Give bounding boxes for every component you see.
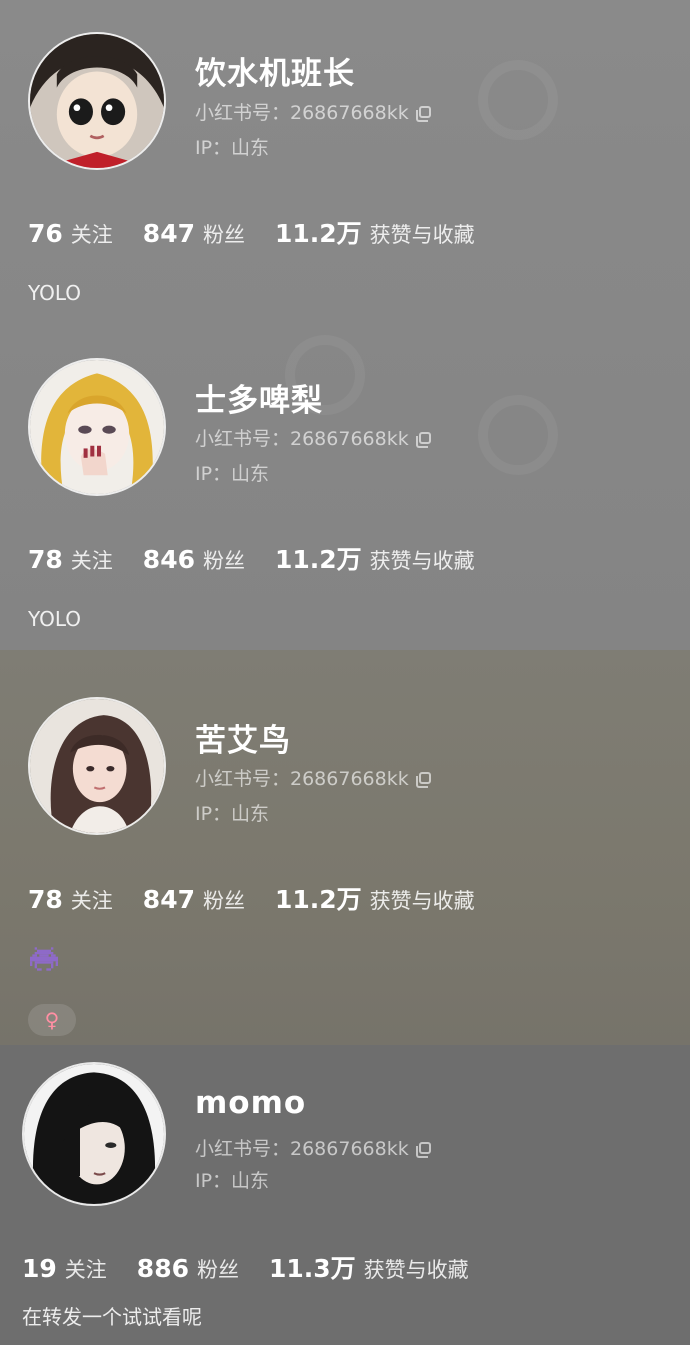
stats-row: 19 关注 886 粉丝 11.3万 获赞与收藏 — [22, 1249, 499, 1285]
stats-row: 76 关注 847 粉丝 11.2万 获赞与收藏 — [28, 214, 505, 250]
avatar-black-hair-illustration-image — [24, 1064, 164, 1204]
gender-badge: ♀ — [28, 1004, 76, 1036]
background-swirl — [478, 395, 558, 475]
likes-stat[interactable]: 11.2万 获赞与收藏 — [275, 540, 475, 576]
likes-count: 11.2万 — [274, 885, 362, 914]
followers-count: 847 — [142, 885, 195, 914]
likes-count: 11.2万 — [274, 219, 362, 248]
likes-stat[interactable]: 11.2万 获赞与收藏 — [275, 880, 475, 916]
following-count: 76 — [28, 219, 63, 248]
profile-bio: 在转发一个试试看呢 — [22, 1305, 202, 1329]
avatar-blonde-doll-image — [30, 360, 164, 494]
followers-count: 847 — [142, 219, 195, 248]
redbook-id: 小红书号：26867668kk — [195, 764, 431, 791]
redbook-id-text: 小红书号：26867668kk — [195, 768, 409, 790]
redbook-id: 小红书号：26867668kk — [195, 424, 431, 451]
following-label: 关注 — [64, 1258, 107, 1282]
profile-card-1: 饮水机班长 小红书号：26867668kk IP：山东 76 关注 847 粉丝… — [0, 0, 690, 325]
likes-label: 获赞与收藏 — [369, 223, 475, 247]
likes-label: 获赞与收藏 — [363, 1258, 469, 1282]
avatar[interactable] — [28, 32, 166, 170]
followers-stat[interactable]: 846 粉丝 — [143, 545, 245, 575]
followers-count: 846 — [142, 545, 195, 574]
copy-icon[interactable] — [415, 1141, 431, 1158]
following-label: 关注 — [70, 549, 113, 573]
likes-label: 获赞与收藏 — [369, 549, 475, 573]
avatar[interactable] — [28, 358, 166, 496]
ip-location: IP：山东 — [195, 463, 270, 485]
background-swirl — [478, 60, 558, 140]
ip-location: IP：山东 — [195, 1170, 270, 1192]
redbook-id-text: 小红书号：26867668kk — [195, 1138, 409, 1160]
avatar-girl-photo-image — [30, 699, 164, 833]
stats-row: 78 关注 846 粉丝 11.2万 获赞与收藏 — [28, 540, 505, 576]
followers-stat[interactable]: 847 粉丝 — [143, 885, 245, 915]
following-count: 78 — [28, 885, 63, 914]
followers-label: 粉丝 — [202, 889, 245, 913]
following-count: 78 — [28, 545, 63, 574]
profile-name: 苦艾鸟 — [195, 723, 291, 759]
following-stat[interactable]: 19 关注 — [22, 1254, 107, 1284]
profile-name: 士多啤梨 — [195, 383, 323, 419]
copy-icon[interactable] — [415, 105, 431, 122]
ip-location: IP：山东 — [195, 137, 270, 159]
likes-count: 11.2万 — [274, 545, 362, 574]
redbook-id-text: 小红书号：26867668kk — [195, 102, 409, 124]
likes-label: 获赞与收藏 — [369, 889, 475, 913]
profile-card-3: 苦艾鸟 小红书号：26867668kk IP：山东 78 关注 847 粉丝 1… — [0, 650, 690, 1045]
followers-label: 粉丝 — [202, 549, 245, 573]
following-count: 19 — [22, 1254, 57, 1283]
followers-count: 886 — [136, 1254, 189, 1283]
followers-stat[interactable]: 847 粉丝 — [143, 219, 245, 249]
following-label: 关注 — [70, 223, 113, 247]
following-stat[interactable]: 78 关注 — [28, 885, 113, 915]
followers-stat[interactable]: 886 粉丝 — [137, 1254, 239, 1284]
likes-stat[interactable]: 11.2万 获赞与收藏 — [275, 214, 475, 250]
stats-row: 78 关注 847 粉丝 11.2万 获赞与收藏 — [28, 880, 505, 916]
avatar-doll-image — [30, 34, 164, 168]
redbook-id: 小红书号：26867668kk — [195, 98, 431, 125]
followers-label: 粉丝 — [196, 1258, 239, 1282]
profile-bio: YOLO — [28, 607, 82, 631]
profile-card-4: momo 小红书号：26867668kk IP：山东 19 关注 886 粉丝 … — [0, 1045, 690, 1345]
avatar[interactable] — [28, 697, 166, 835]
purple-alien-monster-icon — [30, 947, 58, 971]
avatar[interactable] — [22, 1062, 166, 1206]
likes-count: 11.3万 — [268, 1254, 356, 1283]
followers-label: 粉丝 — [202, 223, 245, 247]
profile-card-2: 士多啤梨 小红书号：26867668kk IP：山东 78 关注 846 粉丝 … — [0, 325, 690, 650]
redbook-id-text: 小红书号：26867668kk — [195, 428, 409, 450]
likes-stat[interactable]: 11.3万 获赞与收藏 — [269, 1249, 469, 1285]
following-stat[interactable]: 78 关注 — [28, 545, 113, 575]
profile-name: momo — [195, 1085, 307, 1121]
profile-name: 饮水机班长 — [195, 56, 355, 92]
following-stat[interactable]: 76 关注 — [28, 219, 113, 249]
copy-icon[interactable] — [415, 431, 431, 448]
ip-location: IP：山东 — [195, 803, 270, 825]
redbook-id: 小红书号：26867668kk — [195, 1134, 431, 1161]
copy-icon[interactable] — [415, 771, 431, 788]
female-icon: ♀ — [44, 1008, 60, 1032]
following-label: 关注 — [70, 889, 113, 913]
profile-bio: YOLO — [28, 281, 82, 305]
